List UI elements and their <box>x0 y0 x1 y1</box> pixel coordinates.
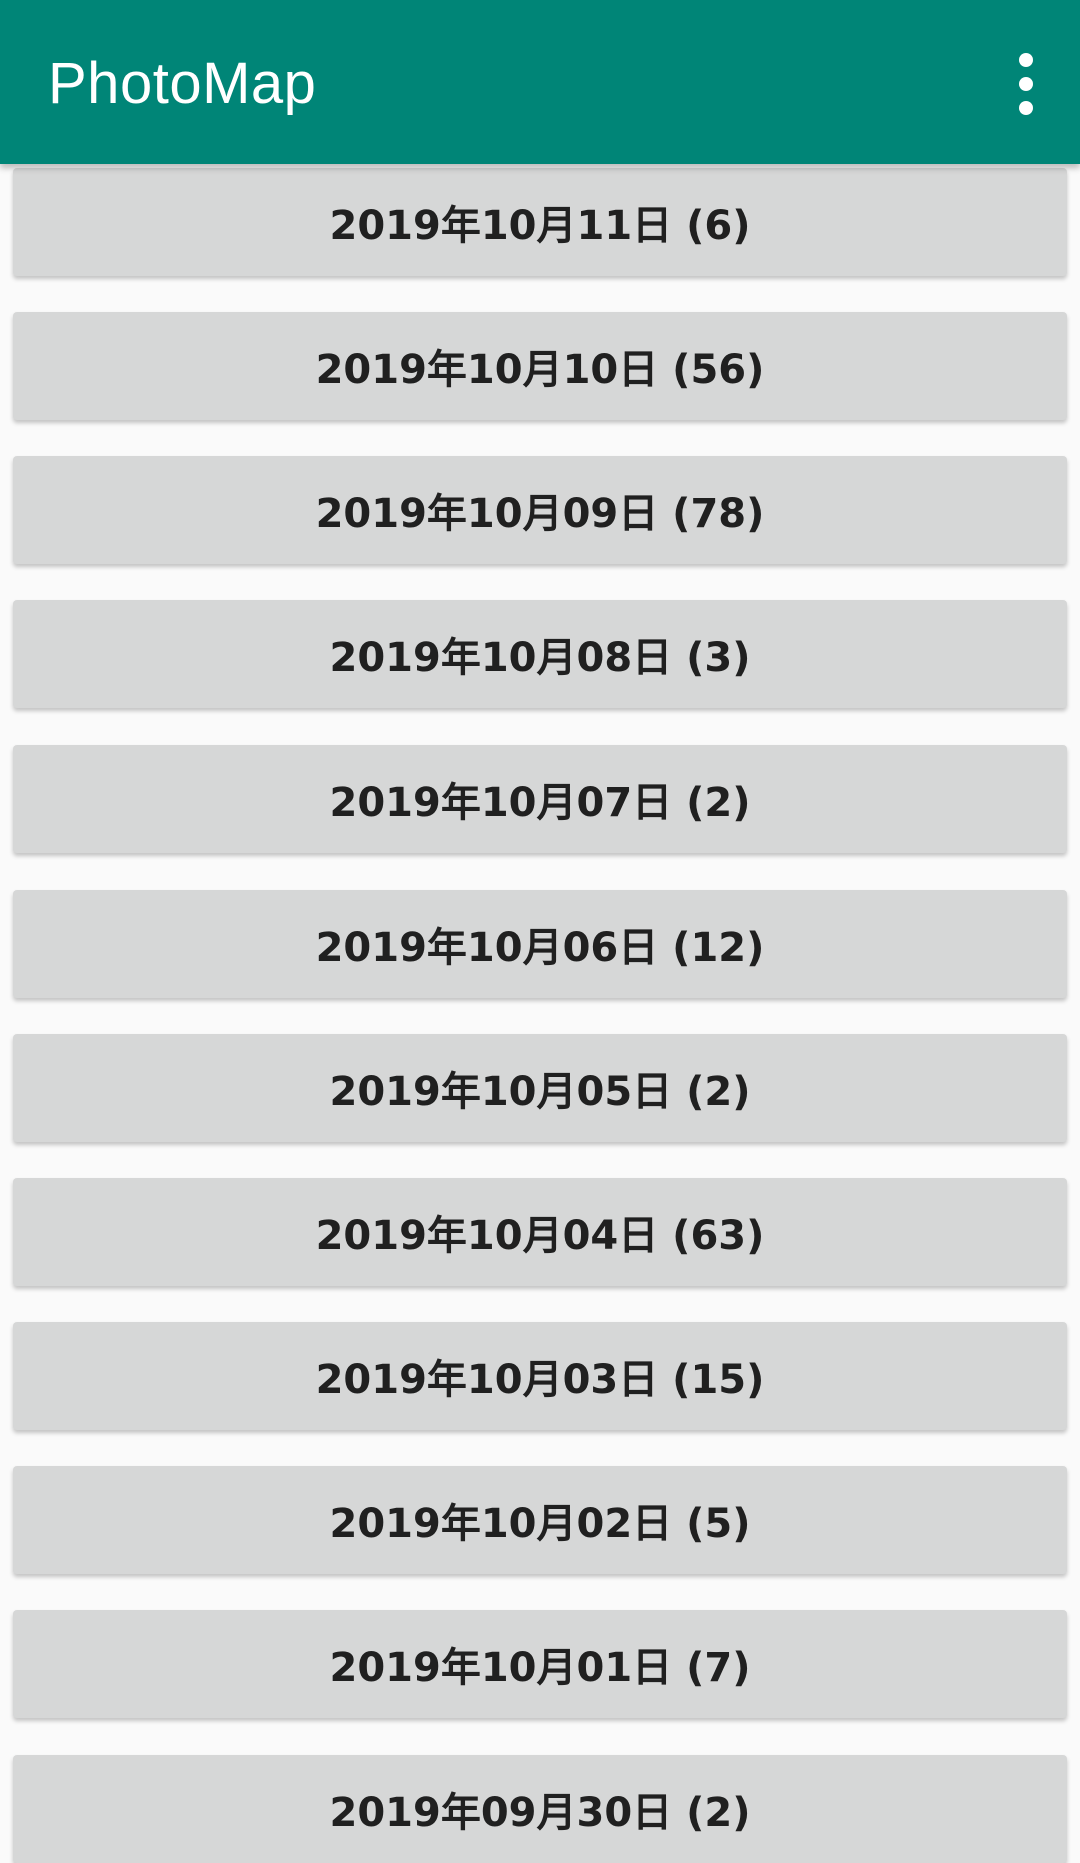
date-button[interactable]: 2019年10月02日 (5) <box>13 1466 1067 1574</box>
date-button[interactable]: 2019年10月04日 (63) <box>13 1178 1067 1286</box>
date-button[interactable]: 2019年09月30日 (2) <box>13 1755 1067 1863</box>
app-bar: PhotoMap <box>0 0 1080 164</box>
date-button[interactable]: 2019年10月07日 (2) <box>13 745 1067 853</box>
date-button[interactable]: 2019年10月08日 (3) <box>13 600 1067 708</box>
date-button[interactable]: 2019年10月01日 (7) <box>13 1610 1067 1718</box>
overflow-menu-button[interactable] <box>986 44 1066 124</box>
date-button[interactable]: 2019年10月10日 (56) <box>13 312 1067 420</box>
date-list[interactable]: 2019年10月11日 (6) 2019年10月10日 (56) 2019年10… <box>0 0 1080 1863</box>
date-button[interactable]: 2019年10月05日 (2) <box>13 1034 1067 1142</box>
app-title: PhotoMap <box>48 51 317 116</box>
date-button[interactable]: 2019年10月11日 (6) <box>13 168 1067 276</box>
date-button[interactable]: 2019年10月06日 (12) <box>13 890 1067 998</box>
more-vert-icon <box>1019 53 1033 115</box>
date-button[interactable]: 2019年10月09日 (78) <box>13 456 1067 564</box>
date-button[interactable]: 2019年10月03日 (15) <box>13 1322 1067 1430</box>
